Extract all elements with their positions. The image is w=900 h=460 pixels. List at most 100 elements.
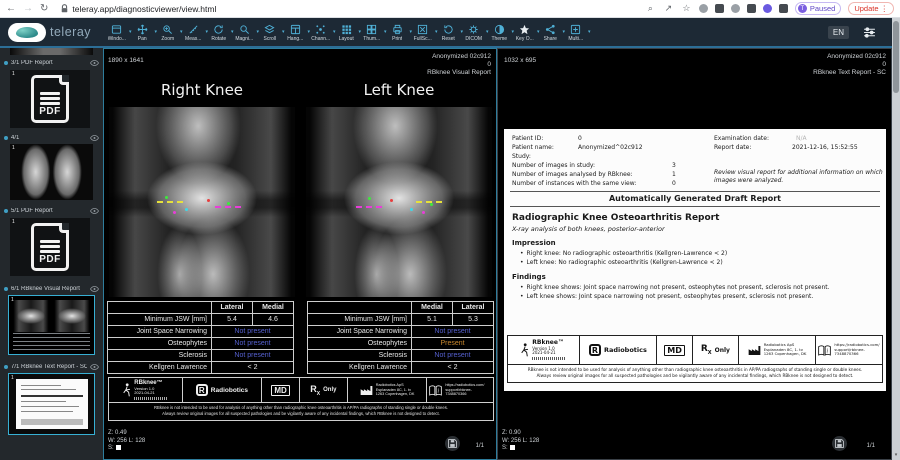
bookmark-star-icon[interactable]: ☆ [681, 3, 692, 14]
tool-measure[interactable]: Meas...▾ [181, 24, 207, 42]
left-knee-table: MedialLateral Minimum JSW [mm]5.15.3 Joi… [307, 301, 494, 374]
tool-window-level[interactable]: Windo...▾ [104, 24, 130, 42]
tool-magnify[interactable]: Magni...▾ [232, 24, 258, 42]
forward-icon[interactable]: → [23, 4, 33, 14]
tool-theme[interactable]: Theme▾ [487, 24, 513, 42]
tool-print[interactable]: Print▾ [385, 24, 411, 42]
report-banner: Automatically Generated Draft Report [504, 194, 886, 203]
pdf-icon: PDF [31, 223, 69, 271]
thumbnail-pdf[interactable]: 1 PDF [10, 70, 90, 128]
settings-sliders-icon[interactable] [863, 27, 876, 38]
findings-title: Findings [512, 273, 546, 281]
series-dot [4, 136, 8, 140]
series-dot [4, 61, 8, 65]
save-image-button[interactable] [832, 436, 847, 451]
svg-text:i: i [827, 348, 829, 354]
page-scrollbar[interactable]: ▾ [892, 18, 900, 460]
scrollbar-thumb[interactable] [893, 21, 899, 93]
thumbnail-visual-report[interactable]: 1 [8, 295, 95, 355]
extension-icon[interactable] [731, 4, 740, 13]
md-mark: MD [271, 385, 289, 396]
text-report-page: Patient ID: 0 Patient name: Anonymized^0… [504, 129, 886, 391]
tool-fullscreen[interactable]: FullSc...▾ [410, 24, 436, 42]
save-image-button[interactable] [445, 436, 460, 451]
tool-layout[interactable]: Layout▾ [334, 24, 360, 42]
landmark-dot [422, 211, 425, 214]
tool-zoom[interactable]: Zoom▾ [155, 24, 181, 42]
tool-multi-monitor[interactable]: Multi...▾ [563, 24, 589, 42]
window-icon [111, 24, 122, 35]
search-icon[interactable]: ⌕ [645, 3, 656, 14]
tool-key-objects[interactable]: Key O...▾ [512, 24, 538, 42]
right-knee-title: Right Knee [108, 81, 296, 107]
url-text: teleray.app/diagnosticviewer/view.html [72, 4, 216, 14]
sidebar-item-text-report-7[interactable]: 7/1 RBknee Text Report - SC [4, 362, 99, 372]
thumbnail-pdf[interactable]: 1 PDF [10, 218, 90, 276]
share-page-icon[interactable]: ↗ [663, 3, 674, 14]
extension-icon[interactable] [763, 4, 772, 13]
extension-icon[interactable] [747, 4, 756, 13]
teleray-logo-icon [8, 23, 46, 42]
thumbnail-text-report[interactable]: 1 [8, 373, 95, 435]
partial-thumbnail[interactable] [10, 48, 93, 55]
divider [510, 191, 880, 192]
radiobotics-logo-icon: R [589, 344, 601, 356]
back-icon[interactable]: ← [6, 4, 16, 14]
tool-reset[interactable]: Reset▾ [436, 24, 462, 42]
viewport-visual-report[interactable]: 1890 x 1641 Anonymized 02c912 0 RBknee V… [103, 48, 497, 460]
mini-report-page [16, 379, 88, 429]
thumbnail-xray[interactable]: 1 [10, 144, 93, 200]
tool-thumbnails[interactable]: Thum...▾ [359, 24, 385, 42]
refresh-icon[interactable]: ↻ [40, 4, 48, 14]
language-button[interactable]: EN [828, 26, 849, 39]
rbknee-figure-icon [122, 383, 131, 397]
tool-hanging-protocol[interactable]: Hang...▾ [283, 24, 309, 42]
factory-icon [748, 345, 761, 356]
svg-text:i: i [438, 388, 440, 394]
profile-paused-pill[interactable]: T Paused [795, 2, 841, 15]
print-icon [392, 24, 403, 35]
extension-icon[interactable] [699, 4, 708, 13]
eye-icon[interactable] [90, 135, 99, 141]
eye-icon[interactable] [90, 286, 99, 292]
sidebar-item-xray-4[interactable]: 4/1 [4, 133, 99, 143]
sidebar-item-visual-report-6[interactable]: 6/1 RBknee Visual Report [4, 284, 99, 294]
report-heading: Radiographic Knee Osteoarthritis Report [512, 213, 719, 223]
left-knee-panel: Left Knee [305, 81, 493, 297]
image-dimensions: 1890 x 1641 [108, 57, 144, 64]
lock-icon [61, 4, 68, 13]
tool-scroll[interactable]: Scroll▾ [257, 24, 283, 42]
pan-icon [137, 24, 148, 35]
address-bar[interactable]: teleray.app/diagnosticviewer/view.html [61, 4, 216, 14]
overlay-top-right: Anonymized 02c912 0 RBknee Text Report -… [813, 53, 886, 77]
viewport-text-report[interactable]: 1032 x 695 Anonymized 02c912 0 RBknee Te… [497, 48, 892, 460]
eye-icon[interactable] [90, 60, 99, 66]
extension-icon[interactable] [715, 4, 724, 13]
landmark-dot [207, 199, 210, 202]
tool-pan[interactable]: Pan▾ [130, 24, 156, 42]
tool-share[interactable]: Share▾ [538, 24, 564, 42]
teleray-logo-text: teleray [50, 25, 91, 39]
visual-report-footer: RBknee™Version 1.02021-04-21 R Radioboti… [108, 377, 494, 421]
series-sidebar: 3/1 PDF Report 1 PDF 4/1 1 5/1 PDF Repor… [0, 48, 103, 460]
tool-rotate[interactable]: Rotate▾ [206, 24, 232, 42]
series-progress-square [116, 445, 121, 450]
sidebar-item-pdf-report-3[interactable]: 3/1 PDF Report [4, 58, 99, 68]
sidebar-item-pdf-report-5[interactable]: 5/1 PDF Report [4, 206, 99, 216]
md-mark: MD [664, 345, 685, 356]
image-dimensions: 1032 x 695 [504, 57, 536, 64]
update-button[interactable]: Update ⋮ [848, 2, 894, 15]
eye-icon[interactable] [90, 364, 99, 370]
scroll-down-icon[interactable]: ▾ [892, 452, 900, 458]
viewer-toolbar: teleray Windo...▾ Pan▾ Zoom▾ Meas...▾ Ro… [0, 18, 900, 48]
tool-dicom[interactable]: DICOM▾ [461, 24, 487, 42]
rotate-icon [213, 24, 224, 35]
rbknee-figure-icon [520, 343, 529, 357]
tool-channels[interactable]: Chann...▾ [308, 24, 334, 42]
right-knee-table: LateralMedial Minimum JSW [mm]5.44.6 Joi… [107, 301, 294, 374]
series-dot [4, 287, 8, 291]
eye-icon[interactable] [90, 208, 99, 214]
rx-only-mark: RX [310, 384, 320, 397]
puzzle-extensions-icon[interactable] [779, 4, 788, 13]
landmark-dot [185, 208, 188, 211]
